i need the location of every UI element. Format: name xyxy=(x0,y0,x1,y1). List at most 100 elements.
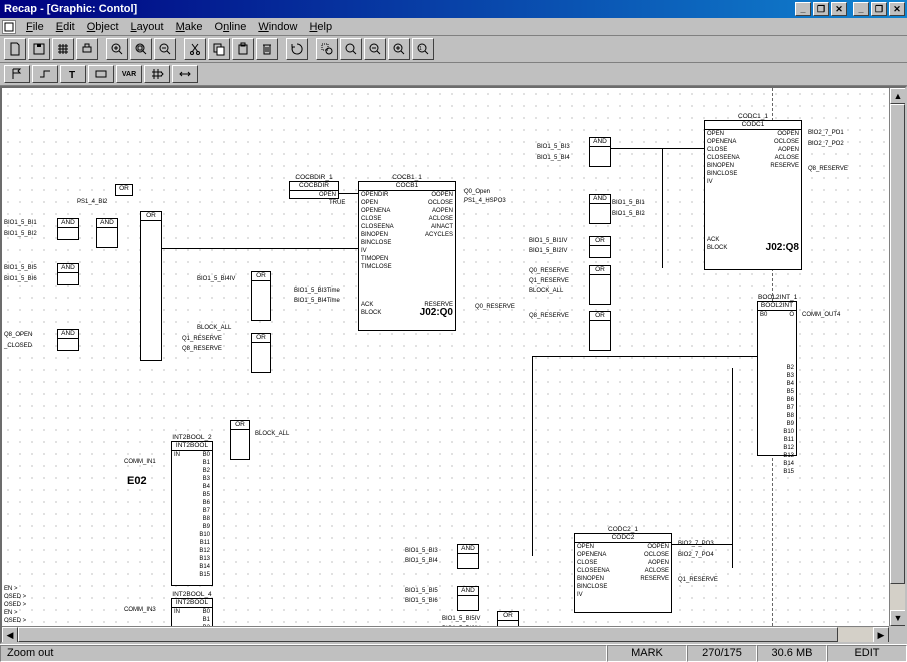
block-instance-name: J02:Q8 xyxy=(766,244,799,252)
signal-label: Q8_OPEN xyxy=(4,332,32,339)
schematic-canvas[interactable]: OR AND AND AND AND OR PS1_4_BI2 BIO1_5_B… xyxy=(2,88,905,642)
or-gate[interactable]: OR xyxy=(230,420,250,460)
and-gate[interactable]: AND xyxy=(57,218,79,240)
tool-rect-icon[interactable] xyxy=(88,65,114,83)
tool-grid-icon[interactable] xyxy=(52,38,74,60)
tool-flag-icon[interactable] xyxy=(4,65,30,83)
horizontal-scrollbar[interactable]: ◀ ▶ xyxy=(2,626,889,642)
block-cocb1[interactable]: COCB1_1 COCB1 OPENDIROOPEN OPENOCLOSE OP… xyxy=(358,181,456,331)
pin-label: ACK xyxy=(361,301,373,309)
tool-zoom-in-icon[interactable] xyxy=(106,38,128,60)
pin-label: IN xyxy=(174,451,180,459)
or-gate[interactable]: OR xyxy=(251,271,271,321)
or-gate[interactable]: OR xyxy=(589,265,611,305)
tool-text-icon[interactable]: T xyxy=(60,65,86,83)
menu-online[interactable]: Online xyxy=(209,20,253,34)
and-gate[interactable]: AND xyxy=(589,137,611,167)
tool-step-icon[interactable] xyxy=(32,65,58,83)
tool-paste-icon[interactable] xyxy=(232,38,254,60)
tool-zoom2-icon[interactable] xyxy=(340,38,362,60)
gate-label: AND xyxy=(458,587,478,596)
pin-label: OPENENA xyxy=(361,207,390,215)
tool-zoom-reset-icon[interactable]: 1 xyxy=(412,38,434,60)
or-gate[interactable]: OR xyxy=(589,236,611,258)
scroll-down-arrow-icon[interactable]: ▼ xyxy=(890,610,906,626)
block-codc1[interactable]: CODC1_1 CODC1 OPENOOPEN OPENENAOCLOSE CL… xyxy=(704,120,802,270)
block-bool2int[interactable]: BOOL2INT_1 BOOL2INT B0O B2B3B4B5B6B7B8B9… xyxy=(757,301,797,456)
tool-bidir-icon[interactable] xyxy=(172,65,198,83)
wire xyxy=(532,356,757,357)
status-memory: 30.6 MB xyxy=(757,645,827,662)
tool-print-icon[interactable] xyxy=(76,38,98,60)
block-codc2[interactable]: CODC2_1 CODC2 OPENOOPEN OPENENAOCLOSE CL… xyxy=(574,533,672,613)
and-gate[interactable]: AND xyxy=(57,329,79,351)
mdi-document-icon[interactable] xyxy=(2,20,16,34)
gate-label: OR xyxy=(141,212,161,221)
tool-zoom-region-icon[interactable] xyxy=(316,38,338,60)
menu-window[interactable]: Window xyxy=(252,20,303,34)
pin-label: CLOSEENA xyxy=(361,223,394,231)
and-gate[interactable]: AND xyxy=(96,218,118,248)
scroll-up-arrow-icon[interactable]: ▲ xyxy=(890,88,906,104)
menu-file[interactable]: File xyxy=(20,20,50,34)
menu-object[interactable]: Object xyxy=(81,20,125,34)
tool-new-icon[interactable] xyxy=(4,38,26,60)
block-int2bool-2[interactable]: INT2BOOL_2 INT2BOOL INB0 B1B2B3B4B5B6B7B… xyxy=(171,441,213,586)
mdi-close-button[interactable]: ✕ xyxy=(831,2,847,16)
window-min-button[interactable]: _ xyxy=(853,2,869,16)
toolbar-draw: T VAR xyxy=(0,63,907,86)
menu-edit[interactable]: Edit xyxy=(50,20,81,34)
pin-label: O xyxy=(789,311,794,319)
tool-zoom-fit-icon[interactable] xyxy=(130,38,152,60)
pin-label: B1 xyxy=(203,616,210,624)
scroll-thumb[interactable] xyxy=(18,627,838,642)
tool-cut-icon[interactable] xyxy=(184,38,206,60)
scroll-track[interactable] xyxy=(18,627,873,642)
tool-refresh-icon[interactable] xyxy=(286,38,308,60)
menu-make[interactable]: Make xyxy=(170,20,209,34)
tool-var-icon[interactable]: VAR xyxy=(116,65,142,83)
and-gate[interactable]: AND xyxy=(457,544,479,569)
signal-label: BIO1_5_BI6 xyxy=(405,598,438,605)
and-gate[interactable]: AND xyxy=(589,194,611,224)
scroll-left-arrow-icon[interactable]: ◀ xyxy=(2,627,18,643)
or-gate[interactable]: OR xyxy=(589,311,611,351)
scroll-thumb[interactable] xyxy=(890,104,905,584)
signal-label: BIO1_5_BI5 xyxy=(405,588,438,595)
pin-label: AOPEN xyxy=(648,559,669,567)
tool-zoom-out-icon[interactable] xyxy=(154,38,176,60)
or-gate[interactable]: OR xyxy=(251,333,271,373)
tool-zoom-plus-icon[interactable] xyxy=(388,38,410,60)
block-caption: COCB1_1 xyxy=(359,174,455,181)
and-gate[interactable]: AND xyxy=(57,263,79,285)
or-gate[interactable]: OR xyxy=(115,184,133,196)
pin-label: CLOSEENA xyxy=(577,567,610,575)
scroll-right-arrow-icon[interactable]: ▶ xyxy=(873,627,889,643)
pin-label: OPENENA xyxy=(577,551,606,559)
window-close-button[interactable]: ✕ xyxy=(889,2,905,16)
menu-help[interactable]: Help xyxy=(303,20,338,34)
window-restore-button[interactable]: ❐ xyxy=(871,2,887,16)
block-caption: INT2BOOL_2 xyxy=(172,434,212,441)
mdi-restore-button[interactable]: ❐ xyxy=(813,2,829,16)
menu-layout[interactable]: Layout xyxy=(125,20,170,34)
wire xyxy=(672,544,732,545)
signal-label: BIO1_5_BI1 xyxy=(4,220,37,227)
block-cocbdir[interactable]: COCBDIR_1 COCBDIR OPEN xyxy=(289,181,339,199)
pin-label: BINCLOSE xyxy=(361,239,391,247)
tool-copy-icon[interactable] xyxy=(208,38,230,60)
tool-delete-icon[interactable] xyxy=(256,38,278,60)
vertical-scrollbar[interactable]: ▲ ▼ xyxy=(889,88,905,626)
tool-zoom-minus-icon[interactable] xyxy=(364,38,386,60)
and-gate[interactable]: AND xyxy=(457,586,479,611)
signal-label: BLOCK_ALL xyxy=(255,431,289,438)
signal-label: OSED > xyxy=(4,602,26,609)
or-gate[interactable]: OR xyxy=(140,211,162,361)
tool-save-icon[interactable] xyxy=(28,38,50,60)
tool-hash-icon[interactable] xyxy=(144,65,170,83)
scroll-track[interactable] xyxy=(890,104,905,610)
wire xyxy=(732,368,733,568)
block-header: CODC2 xyxy=(575,534,671,543)
signal-label: BIO2_7_PO1 xyxy=(808,130,844,137)
mdi-min-button[interactable]: _ xyxy=(795,2,811,16)
